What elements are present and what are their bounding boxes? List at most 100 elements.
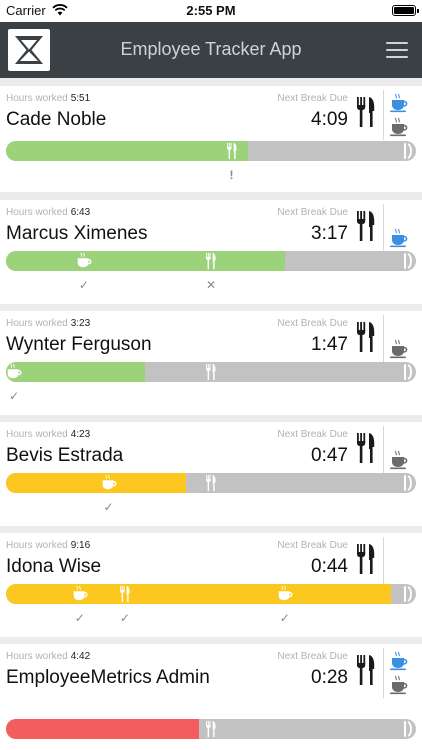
meal-break-marker-icon (206, 252, 216, 270)
employee-card[interactable]: Hours worked 4:42 EmployeeMetrics Admin Nex… (0, 644, 422, 750)
employee-card[interactable]: Hours worked 4:23 Bevis Estrada Next Break … (0, 422, 422, 526)
break-missed-x-icon: ✕ (205, 278, 217, 292)
shift-progress-bar (6, 584, 416, 604)
status-time: 2:55 PM (186, 3, 236, 18)
coffee-cup-icon (390, 228, 408, 248)
shift-end-icon (404, 364, 412, 380)
hours-worked-label: Hours worked (6, 651, 68, 662)
coffee-break-button[interactable] (389, 339, 409, 359)
coffee-break-marker-icon (278, 585, 293, 601)
coffee-break-button[interactable] (389, 93, 409, 113)
coffee-break-button[interactable] (389, 117, 409, 137)
employee-card[interactable]: Hours worked 3:23 Wynter Ferguson Next Brea… (0, 311, 422, 415)
shift-progress-bar (6, 473, 416, 493)
divider (383, 426, 384, 476)
break-taken-check-icon: ✓ (103, 500, 114, 514)
next-break-time: 0:28 (311, 667, 348, 688)
meal-break-button[interactable] (355, 432, 377, 464)
shift-progress-bar (6, 719, 416, 739)
divider (383, 648, 384, 698)
hours-worked-value: 4:42 (70, 651, 91, 662)
coffee-cup-icon (390, 117, 408, 137)
shift-end-icon (404, 475, 412, 491)
next-break-time: 4:09 (311, 109, 348, 130)
break-alert-icon: ! (229, 168, 234, 182)
break-taken-check-icon: ✓ (119, 611, 130, 625)
shift-progress-bar (6, 362, 416, 382)
next-break-label: Next Break Due (277, 540, 348, 551)
employee-name: Idona Wise (6, 556, 102, 577)
meal-break-marker-icon (119, 585, 130, 603)
shift-progress-bar (6, 251, 416, 271)
divider (383, 90, 384, 140)
hours-worked: Hours worked 4:42 (6, 651, 90, 662)
app-logo (8, 29, 50, 71)
shift-progress-fill (6, 251, 285, 271)
next-break-label: Next Break Due (277, 429, 348, 440)
divider (383, 537, 384, 587)
coffee-cup-icon (390, 93, 408, 113)
next-break-time: 0:47 (311, 445, 348, 466)
next-break-label: Next Break Due (277, 318, 348, 329)
employee-card[interactable]: Hours worked 5:51 Cade Noble Next Break Due… (0, 86, 422, 192)
hours-worked-value: 5:51 (70, 93, 91, 104)
meal-break-button[interactable] (355, 654, 377, 686)
shift-end-icon (404, 253, 412, 269)
shift-end-icon (404, 143, 412, 159)
coffee-break-marker-icon (7, 363, 22, 379)
hours-worked: Hours worked 5:51 (6, 93, 90, 104)
divider (383, 204, 384, 254)
meal-break-button[interactable] (355, 321, 377, 353)
break-taken-check-icon: ✓ (279, 611, 290, 625)
coffee-break-button[interactable] (389, 651, 409, 671)
next-break-label: Next Break Due (277, 207, 348, 218)
meal-break-marker-icon (226, 142, 237, 160)
coffee-break-button[interactable] (389, 675, 409, 695)
meal-break-button[interactable] (355, 543, 377, 575)
shift-end-icon (404, 721, 412, 737)
coffee-cup-icon (390, 450, 408, 470)
hours-worked: Hours worked 6:43 (6, 207, 90, 218)
hamburger-menu-icon[interactable] (386, 42, 408, 58)
shift-end-icon (404, 586, 412, 602)
hours-worked-label: Hours worked (6, 93, 68, 104)
fork-knife-icon (357, 211, 375, 241)
app-title: Employee Tracker App (120, 39, 302, 59)
coffee-break-button[interactable] (389, 228, 409, 248)
next-break-label: Next Break Due (277, 651, 348, 662)
shift-progress-fill (6, 719, 199, 739)
coffee-break-marker-icon (77, 252, 92, 268)
hours-worked-value: 6:43 (70, 207, 91, 218)
hours-worked: Hours worked 3:23 (6, 318, 90, 329)
hours-worked: Hours worked 4:23 (6, 429, 90, 440)
employee-card[interactable]: Hours worked 6:43 Marcus Ximenes Next Break… (0, 200, 422, 304)
shift-progress-fill (6, 473, 187, 493)
employee-name: EmployeeMetrics Admin (6, 667, 210, 688)
hours-worked-label: Hours worked (6, 318, 68, 329)
meal-break-marker-icon (206, 474, 216, 492)
employee-name: Wynter Ferguson (6, 334, 152, 355)
break-taken-check-icon: ✓ (74, 611, 85, 625)
coffee-break-button[interactable] (389, 450, 409, 470)
next-break-time: 0:44 (311, 556, 348, 577)
hours-worked-value: 4:23 (70, 429, 91, 440)
navigation-bar: Employee Tracker App (0, 22, 422, 78)
coffee-cup-icon (390, 651, 408, 671)
hours-worked-value: 9:16 (70, 540, 91, 551)
employee-card[interactable]: Hours worked 9:16 Idona Wise Next Break Due… (0, 533, 422, 637)
meal-break-button[interactable] (355, 96, 377, 128)
next-break-time: 1:47 (311, 334, 348, 355)
employee-name: Bevis Estrada (6, 445, 124, 466)
coffee-cup-icon (390, 675, 408, 695)
hours-worked-label: Hours worked (6, 207, 68, 218)
hourglass-logo-icon (15, 36, 43, 64)
shift-progress-fill (6, 362, 146, 382)
shift-progress-fill (6, 141, 248, 161)
hours-worked: Hours worked 9:16 (6, 540, 90, 551)
coffee-cup-icon (390, 339, 408, 359)
meal-break-button[interactable] (355, 210, 377, 242)
shift-progress-fill (6, 584, 392, 604)
hours-worked-label: Hours worked (6, 540, 68, 551)
coffee-break-marker-icon (73, 585, 88, 601)
coffee-break-marker-icon (102, 474, 117, 490)
